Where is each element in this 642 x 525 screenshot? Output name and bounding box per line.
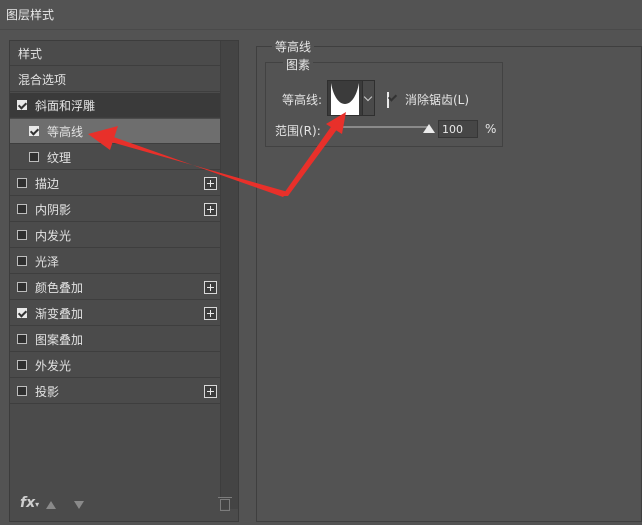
check-icon[interactable] bbox=[29, 126, 39, 136]
style-item-label: 颜色叠加 bbox=[35, 280, 84, 295]
checkbox-icon[interactable] bbox=[17, 360, 27, 370]
style-item-inner-glow[interactable]: 内发光 bbox=[10, 223, 221, 248]
range-unit: % bbox=[485, 122, 497, 136]
style-item-label: 纹理 bbox=[47, 150, 72, 165]
style-item-satin[interactable]: 光泽 bbox=[10, 249, 221, 274]
window-title: 图层样式 bbox=[6, 8, 55, 22]
style-item-drop-shadow[interactable]: 投影 bbox=[10, 379, 221, 404]
style-item-label: 内发光 bbox=[35, 228, 72, 243]
style-item-stroke[interactable]: 描边 bbox=[10, 171, 221, 196]
chevron-down-icon[interactable] bbox=[362, 80, 375, 116]
style-item-label: 光泽 bbox=[35, 254, 60, 269]
range-label: 范围(R): bbox=[275, 124, 321, 138]
styles-list-panel: 样式 混合选项 斜面和浮雕 等高线 纹理 描边 内阴影 内发光 光泽 颜色叠加 bbox=[9, 40, 239, 522]
checkbox-icon[interactable] bbox=[17, 178, 27, 188]
style-item-gradient-overlay[interactable]: 渐变叠加 bbox=[10, 301, 221, 326]
style-item-label: 内阴影 bbox=[35, 202, 72, 217]
style-item-texture[interactable]: 纹理 bbox=[10, 145, 221, 170]
anti-alias-label: 消除锯齿(L) bbox=[405, 93, 470, 107]
style-item-label: 投影 bbox=[35, 384, 60, 399]
blend-options-label: 混合选项 bbox=[18, 72, 67, 87]
checkbox-icon[interactable] bbox=[17, 282, 27, 292]
check-icon[interactable] bbox=[387, 92, 389, 108]
elements-group-title: 图素 bbox=[283, 56, 314, 73]
checkbox-icon[interactable] bbox=[17, 334, 27, 344]
plus-icon[interactable] bbox=[204, 203, 217, 216]
contour-section-title: 等高线 bbox=[272, 38, 315, 55]
style-item-label: 等高线 bbox=[47, 124, 84, 139]
checkbox-icon[interactable] bbox=[17, 256, 27, 266]
styles-footer: fx▾ bbox=[10, 491, 238, 521]
style-item-outer-glow[interactable]: 外发光 bbox=[10, 353, 221, 378]
arrow-down-icon[interactable] bbox=[74, 501, 84, 509]
plus-icon[interactable] bbox=[204, 281, 217, 294]
style-item-inner-shadow[interactable]: 内阴影 bbox=[10, 197, 221, 222]
trash-icon[interactable] bbox=[218, 497, 232, 511]
range-input[interactable] bbox=[438, 120, 478, 138]
checkbox-icon[interactable] bbox=[17, 204, 27, 214]
style-item-pattern-overlay[interactable]: 图案叠加 bbox=[10, 327, 221, 352]
contour-picker[interactable] bbox=[327, 80, 363, 116]
slider-thumb-icon[interactable] bbox=[423, 124, 435, 133]
plus-icon[interactable] bbox=[204, 385, 217, 398]
style-item-color-overlay[interactable]: 颜色叠加 bbox=[10, 275, 221, 300]
checkbox-icon[interactable] bbox=[17, 230, 27, 240]
check-icon[interactable] bbox=[17, 100, 27, 110]
contour-label: 等高线: bbox=[282, 93, 323, 107]
anti-alias-checkbox[interactable] bbox=[387, 92, 389, 108]
contour-curve-icon bbox=[331, 83, 359, 115]
style-item-label: 渐变叠加 bbox=[35, 306, 84, 321]
arrow-up-icon[interactable] bbox=[46, 501, 56, 509]
range-slider[interactable] bbox=[343, 126, 429, 128]
check-icon[interactable] bbox=[17, 308, 27, 318]
styles-header-label: 样式 bbox=[18, 46, 43, 61]
fx-label: fx bbox=[20, 495, 36, 511]
style-item-contour[interactable]: 等高线 bbox=[10, 119, 221, 144]
style-item-bevel-emboss[interactable]: 斜面和浮雕 bbox=[10, 93, 221, 118]
checkbox-icon[interactable] bbox=[29, 152, 39, 162]
style-item-label: 描边 bbox=[35, 176, 60, 191]
styles-header[interactable]: 样式 bbox=[10, 41, 221, 66]
plus-icon[interactable] bbox=[204, 177, 217, 190]
style-item-label: 斜面和浮雕 bbox=[35, 98, 96, 113]
title-bar: 图层样式 bbox=[0, 0, 642, 30]
plus-icon[interactable] bbox=[204, 307, 217, 320]
blend-options-header[interactable]: 混合选项 bbox=[10, 67, 221, 92]
checkbox-icon[interactable] bbox=[17, 386, 27, 396]
style-item-label: 图案叠加 bbox=[35, 332, 84, 347]
style-item-label: 外发光 bbox=[35, 358, 72, 373]
fx-icon[interactable]: fx▾ bbox=[20, 495, 39, 511]
styles-scrollbar[interactable] bbox=[220, 41, 238, 509]
